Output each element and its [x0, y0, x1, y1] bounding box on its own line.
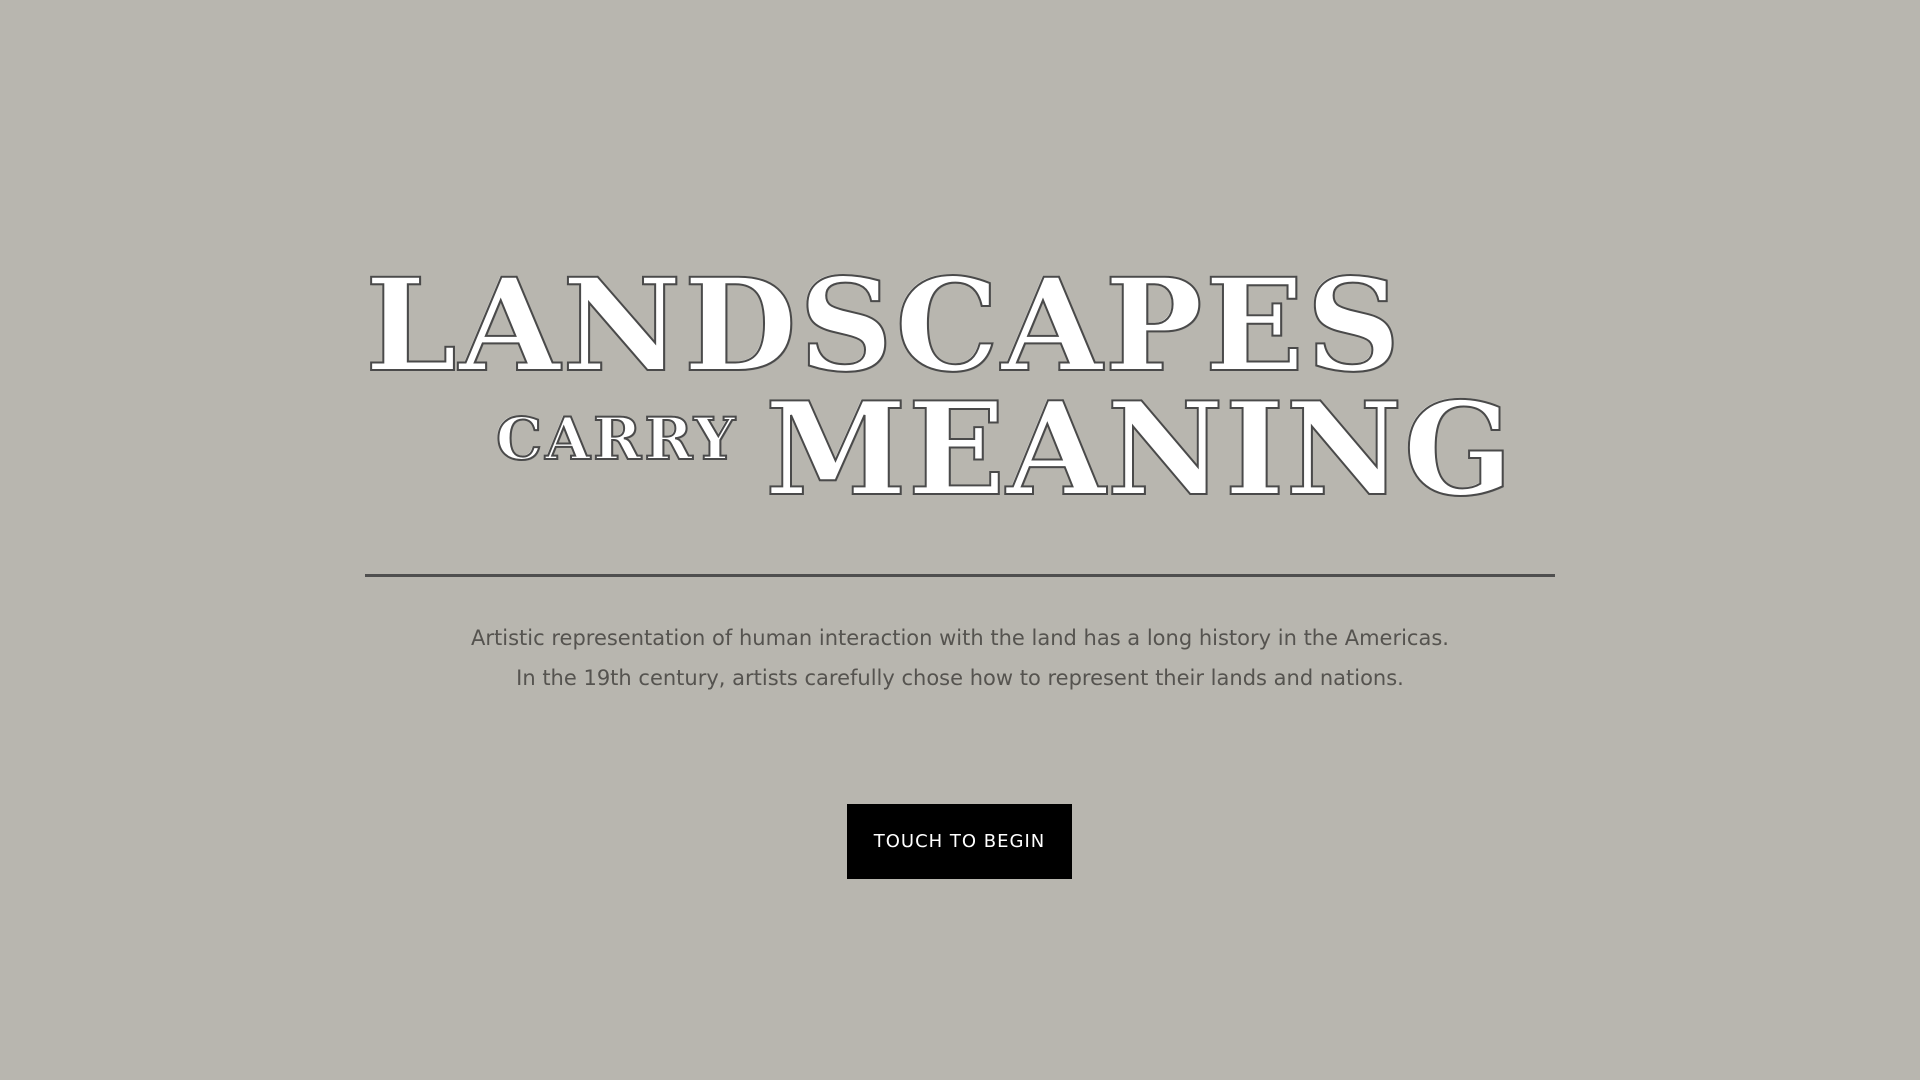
intro-line-2: In the 19th century, artists carefully c…	[516, 666, 1404, 690]
intro-line-1: Artistic representation of human interac…	[471, 626, 1449, 650]
title-word-carry: CARRY	[495, 405, 739, 473]
title-word-landscapes: LANDSCAPES	[364, 251, 1403, 401]
divider	[365, 574, 1555, 577]
attract-screen: LANDSCAPES CARRY MEANING Artistic repres…	[0, 0, 1920, 1080]
intro-text: Artistic representation of human interac…	[365, 618, 1555, 698]
hero-title: LANDSCAPES CARRY MEANING	[364, 251, 1555, 515]
touch-to-begin-button[interactable]: TOUCH TO BEGIN	[847, 804, 1072, 879]
title-word-meaning: MEANING	[764, 375, 1514, 525]
